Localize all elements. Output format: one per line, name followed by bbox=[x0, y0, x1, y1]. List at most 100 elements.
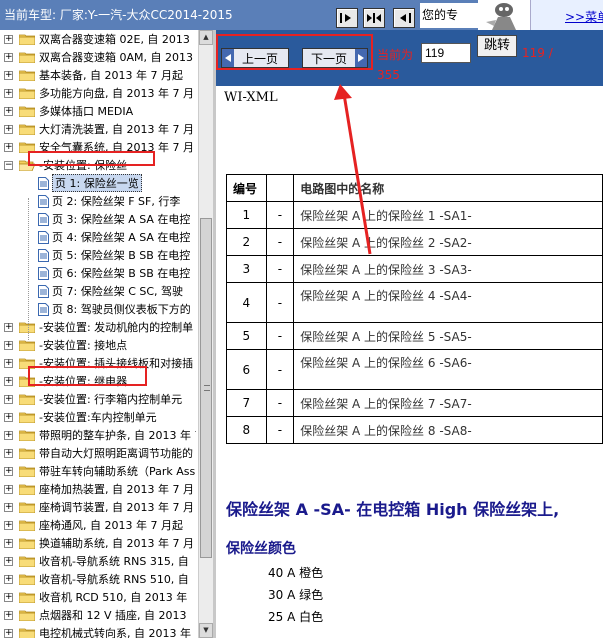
dash-cell: - bbox=[265, 255, 295, 283]
tree-item[interactable]: + 点烟器和 12 V 插座, 自 2013 bbox=[0, 606, 196, 624]
page-icon bbox=[38, 302, 49, 316]
tree-item-label: 收音机 RCD 510, 自 2013 年 bbox=[39, 591, 188, 604]
mascot-logo-icon bbox=[478, 0, 530, 30]
tree-child-item[interactable]: 页 6: 保险丝架 B SB 在电控 bbox=[0, 264, 196, 282]
tree-item[interactable]: + 大灯清洗装置, 自 2013 年 7 月 bbox=[0, 120, 196, 138]
split-arrows-icon bbox=[367, 13, 381, 23]
tree-item[interactable]: + 座椅加热装置, 自 2013 年 7 月 bbox=[0, 480, 196, 498]
expand-icon[interactable]: + bbox=[4, 556, 13, 566]
dash-cell: - bbox=[265, 349, 295, 390]
dash-cell: - bbox=[265, 416, 295, 444]
tree-item[interactable]: + 带驻车转向辅助系统（Park Ass bbox=[0, 462, 196, 480]
expand-icon[interactable]: + bbox=[4, 628, 13, 638]
tree-item[interactable]: + 基本装备, 自 2013 年 7 月起 bbox=[0, 66, 196, 84]
expand-icon[interactable]: + bbox=[4, 34, 13, 44]
table-row: 2- 保险丝架 A 上的保险丝 2 -SA2- bbox=[226, 228, 603, 256]
page-icon bbox=[38, 194, 49, 208]
tree-child-item[interactable]: 页 2: 保险丝架 F SF, 行李 bbox=[0, 192, 196, 210]
tree-scrollbar[interactable]: ▲ ▼ bbox=[198, 30, 213, 638]
tree-item[interactable]: + 电控机械式转向系, 自 2013 年 bbox=[0, 624, 196, 638]
tree-item[interactable]: + 多媒体插口 MEDIA bbox=[0, 102, 196, 120]
folder-icon bbox=[18, 123, 36, 136]
arrow-right-icon bbox=[340, 13, 351, 23]
fuse-number-cell: 8 bbox=[226, 416, 267, 444]
expand-icon[interactable]: + bbox=[4, 142, 13, 152]
tree-item-label: 基本装备, 自 2013 年 7 月起 bbox=[39, 69, 183, 82]
tree-child-item[interactable]: 页 7: 保险丝架 C SC, 驾驶 bbox=[0, 282, 196, 300]
expand-icon[interactable]: + bbox=[4, 88, 13, 98]
tree-item[interactable]: + 收音机-导航系统 RNS 510, 自 bbox=[0, 570, 196, 588]
annotation-box-fuses bbox=[28, 151, 155, 166]
expand-icon[interactable]: + bbox=[4, 484, 13, 494]
tree-child-item[interactable]: 页 4: 保险丝架 A SA 在电控 bbox=[0, 228, 196, 246]
split-pane-button[interactable] bbox=[363, 8, 385, 28]
expand-icon[interactable]: + bbox=[4, 52, 13, 62]
tree-child-label: 页 1: 保险丝一览 bbox=[52, 174, 142, 192]
expand-icon[interactable]: + bbox=[4, 430, 13, 440]
scroll-up-arrow-icon[interactable]: ▲ bbox=[199, 30, 213, 45]
jump-button[interactable]: 跳转 bbox=[477, 35, 517, 57]
tree-item[interactable]: + 座椅通风, 自 2013 年 7 月起 bbox=[0, 516, 196, 534]
expand-icon[interactable]: + bbox=[4, 340, 13, 350]
tree-item-label: 座椅通风, 自 2013 年 7 月起 bbox=[39, 519, 183, 532]
table-row: 8- 保险丝架 A 上的保险丝 8 -SA8- bbox=[226, 416, 603, 444]
expand-icon[interactable]: + bbox=[4, 466, 13, 476]
expand-icon[interactable]: + bbox=[4, 358, 13, 368]
tree-item[interactable]: + -安装位置: 接地点 bbox=[0, 336, 196, 354]
tree-item[interactable]: + 带照明的整车护条, 自 2013 年 7 bbox=[0, 426, 196, 444]
tree-child-item[interactable]: 页 5: 保险丝架 B SB 在电控 bbox=[0, 246, 196, 264]
fuse-number-cell: 2 bbox=[226, 228, 267, 256]
section-heading: 保险丝架 A -SA- 在电控箱 High 保险丝架上, bbox=[226, 500, 560, 519]
tree-item[interactable]: + 多功能方向盘, 自 2013 年 7 月 bbox=[0, 84, 196, 102]
expand-icon[interactable]: + bbox=[4, 574, 13, 584]
tree-child-item[interactable]: 页 1: 保险丝一览 bbox=[0, 174, 196, 192]
tree-item[interactable]: + 收音机-导航系统 RNS 315, 自 bbox=[0, 552, 196, 570]
fuse-number-cell: 6 bbox=[226, 349, 267, 390]
expand-icon[interactable]: + bbox=[4, 70, 13, 80]
tree-item[interactable]: + -安装位置: 行李箱内控制单元 bbox=[0, 390, 196, 408]
expand-icon[interactable]: + bbox=[4, 448, 13, 458]
welcome-text: 您的专 bbox=[420, 3, 478, 28]
scroll-down-arrow-icon[interactable]: ▼ bbox=[199, 623, 213, 638]
column-header-blank bbox=[265, 174, 295, 202]
tree-item-label: 座椅加热装置, 自 2013 年 7 月 bbox=[39, 483, 194, 496]
expand-icon[interactable]: + bbox=[4, 610, 13, 620]
expand-icon[interactable]: + bbox=[4, 124, 13, 134]
tree-child-item[interactable]: 页 8: 驾驶员侧仪表板下方的 bbox=[0, 300, 196, 318]
fuse-color-item: 40 A 橙色 bbox=[268, 566, 324, 580]
tree-item[interactable]: + -安装位置: 发动机舱内的控制单 bbox=[0, 318, 196, 336]
expand-icon[interactable]: + bbox=[4, 322, 13, 332]
scroll-thumb[interactable] bbox=[200, 218, 212, 558]
expand-icon[interactable]: + bbox=[4, 520, 13, 530]
table-header-row: 编号 电路图中的名称 bbox=[226, 174, 603, 202]
tree-child-item[interactable]: 页 3: 保险丝架 A SA 在电控 bbox=[0, 210, 196, 228]
tree-item[interactable]: + 收音机 RCD 510, 自 2013 年 bbox=[0, 588, 196, 606]
tree-item[interactable]: + -安装位置:车内控制单元 bbox=[0, 408, 196, 426]
dash-cell: - bbox=[265, 201, 295, 229]
expand-icon[interactable]: + bbox=[4, 502, 13, 512]
folder-icon bbox=[18, 69, 36, 82]
tree-item[interactable]: + 换道辅助系统, 自 2013 年 7 月 bbox=[0, 534, 196, 552]
collapse-icon[interactable]: − bbox=[4, 160, 13, 170]
tree-item-label: 多功能方向盘, 自 2013 年 7 月 bbox=[39, 87, 194, 100]
top-header-bar: 当前车型: 厂家:Y-一汽-大众CC2014-2015 您的专 >>菜单 bbox=[0, 0, 603, 30]
expand-icon[interactable]: + bbox=[4, 394, 13, 404]
tree-item[interactable]: + 带自动大灯照明距离调节功能的 bbox=[0, 444, 196, 462]
expand-pane-button[interactable] bbox=[336, 8, 358, 28]
collapse-pane-button[interactable] bbox=[393, 8, 415, 28]
expand-icon[interactable]: + bbox=[4, 592, 13, 602]
expand-icon[interactable]: + bbox=[4, 106, 13, 116]
page-number-input[interactable] bbox=[421, 43, 471, 63]
tree-item[interactable]: + 双离合器变速箱 0AM, 自 2013 bbox=[0, 48, 196, 66]
menu-link[interactable]: >>菜单 bbox=[565, 8, 603, 25]
folder-icon bbox=[18, 627, 36, 638]
tree-item[interactable]: + 双离合器变速箱 02E, 自 2013 bbox=[0, 30, 196, 48]
expand-icon[interactable]: + bbox=[4, 538, 13, 548]
tree-item[interactable]: + 座椅调节装置, 自 2013 年 7 月 bbox=[0, 498, 196, 516]
folder-icon bbox=[18, 465, 36, 478]
folder-icon bbox=[18, 483, 36, 496]
tree-child-label: 页 8: 驾驶员侧仪表板下方的 bbox=[52, 303, 191, 316]
expand-icon[interactable]: + bbox=[4, 412, 13, 422]
fuse-name-cell: 保险丝架 A 上的保险丝 6 -SA6- bbox=[293, 349, 603, 390]
expand-icon[interactable]: + bbox=[4, 376, 13, 386]
